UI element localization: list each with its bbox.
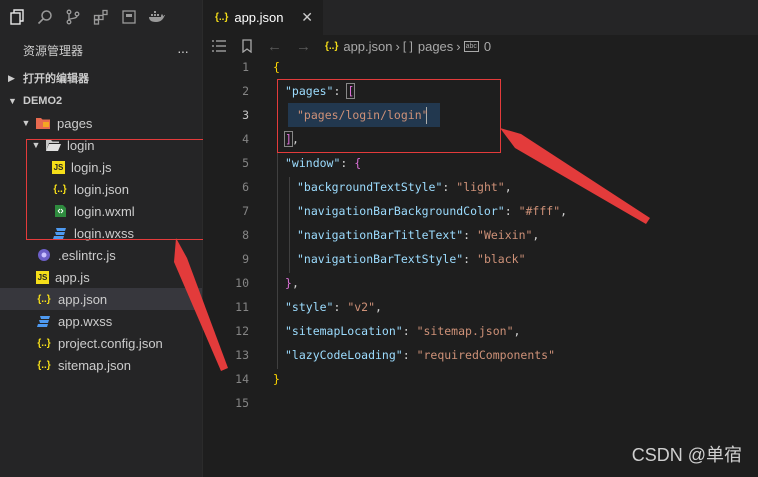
arrow-to-pages-array xyxy=(500,128,650,224)
arrow-to-login-folder xyxy=(174,238,228,371)
annotation-arrows xyxy=(174,128,650,371)
watermark: CSDN @单宿 xyxy=(631,445,742,465)
